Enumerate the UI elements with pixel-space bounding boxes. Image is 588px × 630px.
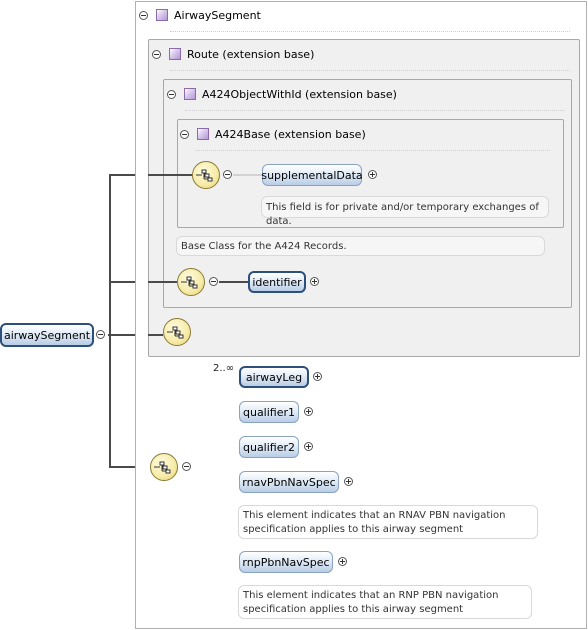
sequence-compositor-icon[interactable] xyxy=(163,318,191,346)
expand-plus-icon[interactable] xyxy=(310,277,319,286)
element-rnav-pbn-nav-spec[interactable]: rnavPbnNavSpec xyxy=(239,471,339,493)
sequence-compositor-icon[interactable] xyxy=(150,453,178,481)
expand-plus-icon[interactable] xyxy=(304,442,313,451)
cardinality-label: 2..∞ xyxy=(213,363,235,374)
expand-plus-icon[interactable] xyxy=(304,407,313,416)
element-identifier[interactable]: identifier xyxy=(248,271,306,293)
documentation-text-line-2: specification applies to this airway seg… xyxy=(243,604,464,615)
sequence-compositor-icon[interactable] xyxy=(177,268,205,296)
documentation-text-line-2: specification applies to this airway seg… xyxy=(243,524,464,535)
expand-plus-icon[interactable] xyxy=(368,170,377,179)
element-qualifier1[interactable]: qualifier1 xyxy=(239,401,299,423)
expand-plus-icon[interactable] xyxy=(338,557,347,566)
root-element-airway-segment[interactable]: airwaySegment xyxy=(0,323,94,347)
documentation-text-line-1: This element indicates that an RNP PBN n… xyxy=(243,590,499,601)
element-qualifier2[interactable]: qualifier2 xyxy=(239,436,299,458)
element-supplemental-data[interactable]: supplementalData xyxy=(261,164,363,186)
collapse-minus-icon[interactable] xyxy=(96,330,105,339)
element-label: airwayLeg xyxy=(245,370,303,384)
expand-plus-icon[interactable] xyxy=(344,477,353,486)
element-label: supplementalData xyxy=(261,168,363,182)
documentation-a424-object-with-id: Base Class for the A424 Records. xyxy=(176,236,545,256)
documentation-text-line-1: This element indicates that an RNAV PBN … xyxy=(243,510,506,521)
element-label: qualifier1 xyxy=(242,405,296,419)
documentation-rnav-pbn-nav-spec: This element indicates that an RNAV PBN … xyxy=(238,505,538,539)
element-airway-leg[interactable]: airwayLeg xyxy=(239,366,309,388)
element-label: rnavPbnNavSpec xyxy=(242,475,336,489)
documentation-supplemental-data: This field is for private and/or tempora… xyxy=(261,196,549,227)
expand-plus-icon[interactable] xyxy=(313,372,322,381)
element-label: rnpPbnNavSpec xyxy=(242,555,330,569)
sequence-compositor-icon[interactable] xyxy=(192,161,220,189)
documentation-text: Base Class for the A424 Records. xyxy=(181,241,347,252)
collapse-minus-icon[interactable] xyxy=(223,170,232,179)
element-rnp-pbn-nav-spec[interactable]: rnpPbnNavSpec xyxy=(239,551,333,573)
collapse-minus-icon[interactable] xyxy=(209,277,218,286)
element-label: identifier xyxy=(252,275,302,289)
element-label: qualifier2 xyxy=(242,440,296,454)
root-element-label: airwaySegment xyxy=(3,328,91,342)
documentation-rnp-pbn-nav-spec: This element indicates that an RNP PBN n… xyxy=(238,585,532,619)
collapse-minus-icon[interactable] xyxy=(182,462,191,471)
